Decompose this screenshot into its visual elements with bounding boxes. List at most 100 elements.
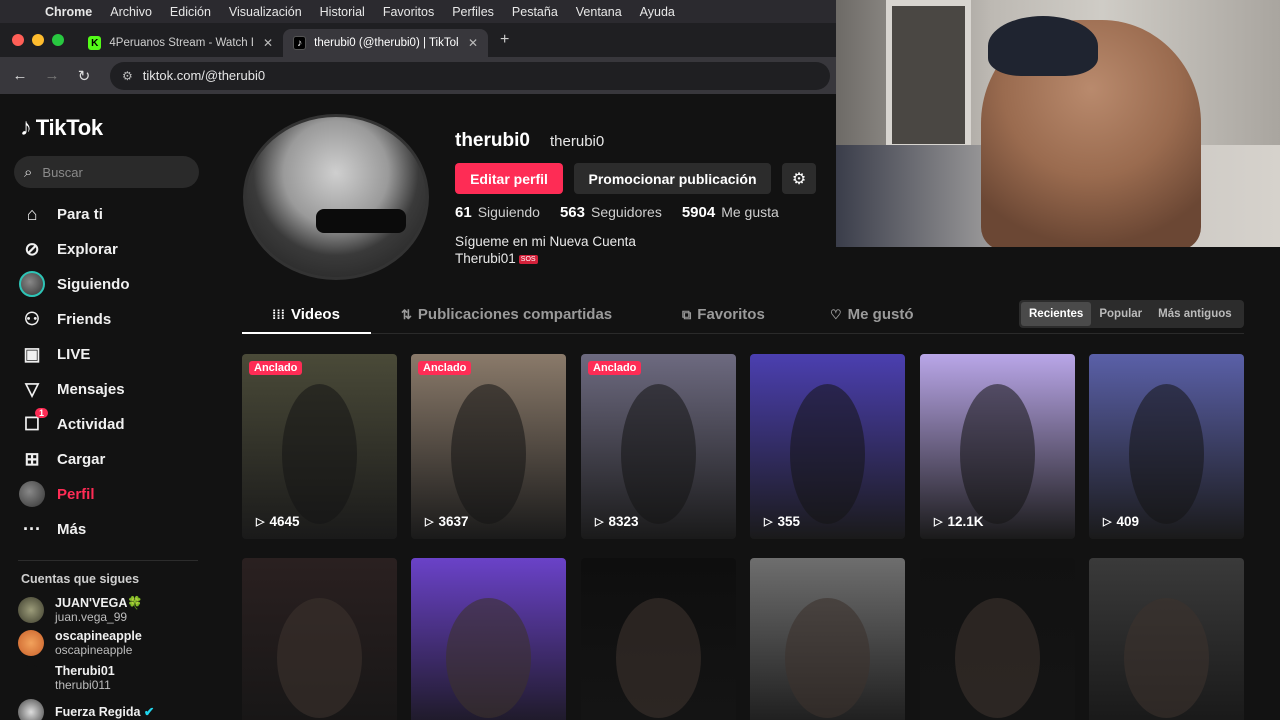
nav-siguiendo[interactable]: Siguiendo	[18, 270, 130, 298]
following-account[interactable]: Therubi01 therubi011	[18, 664, 115, 692]
menu-historial[interactable]: Historial	[311, 5, 374, 19]
stat-following[interactable]: 61 Siguiendo	[455, 204, 540, 221]
video-thumbnail[interactable]	[242, 558, 397, 720]
tab-liked[interactable]: ♡ Me gustó	[830, 306, 914, 323]
video-thumbnail[interactable]	[581, 558, 736, 720]
menu-perfiles[interactable]: Perfiles	[443, 5, 503, 19]
back-arrow-icon[interactable]: ←	[4, 67, 36, 84]
menu-pestana[interactable]: Pestaña	[503, 5, 567, 19]
menu-ayuda[interactable]: Ayuda	[631, 5, 684, 19]
menu-chrome[interactable]: Chrome	[36, 5, 101, 19]
send-icon: ▽	[25, 378, 39, 399]
sort-oldest[interactable]: Más antiguos	[1150, 302, 1239, 326]
menu-edicion[interactable]: Edición	[161, 5, 220, 19]
video-thumbnail[interactable]: Anclado ▷ 4645	[242, 354, 397, 539]
close-icon[interactable]: ✕	[263, 36, 273, 50]
following-account[interactable]: Fuerza Regida ✔	[18, 699, 154, 720]
stat-likes: 5904 Me gusta	[681, 204, 779, 221]
menu-archivo[interactable]: Archivo	[101, 5, 161, 19]
view-count: ▷ 355	[764, 514, 800, 529]
person-figure	[277, 598, 362, 718]
person-figure	[451, 384, 526, 524]
edit-profile-button[interactable]: Editar perfil	[455, 163, 563, 194]
url-text: tiktok.com/@therubi0	[142, 68, 266, 83]
tab-videos[interactable]: ⁞⁞⁞ Videos	[272, 306, 340, 323]
nav-actividad[interactable]: ☐ 1 Actividad	[18, 408, 125, 438]
person-figure	[616, 598, 701, 718]
video-thumbnail[interactable]	[920, 558, 1075, 720]
view-count-text: 8323	[608, 514, 639, 529]
nav-cargar[interactable]: ⊞ Cargar	[18, 445, 105, 473]
nav-mensajes[interactable]: ▽ Mensajes	[18, 375, 124, 403]
more-icon: ···	[23, 518, 41, 539]
account-handle: juan.vega_99	[55, 610, 128, 624]
nav-explorar[interactable]: ⊘ Explorar	[18, 235, 118, 263]
video-thumbnail[interactable]	[1089, 558, 1244, 720]
tab-favorites[interactable]: ⧉ Favoritos	[682, 306, 765, 323]
nav-label: Siguiendo	[57, 275, 130, 293]
following-account[interactable]: JUAN'VEGA🍀 juan.vega_99	[18, 596, 143, 624]
menu-favoritos[interactable]: Favoritos	[374, 5, 443, 19]
video-thumbnail[interactable]: ▷ 355	[750, 354, 905, 539]
person-figure	[621, 384, 696, 524]
close-icon[interactable]: ✕	[468, 36, 478, 50]
address-bar[interactable]: ⚙ tiktok.com/@therubi0	[110, 61, 830, 90]
nav-label: Friends	[57, 310, 112, 328]
window-zoom-button[interactable]	[52, 34, 64, 46]
video-thumbnail[interactable]: Anclado ▷ 8323	[581, 354, 736, 539]
nav-perfil[interactable]: Perfil	[18, 480, 95, 508]
profile-bio: Sígueme en mi Nueva Cuenta	[455, 234, 636, 249]
video-thumbnail[interactable]	[411, 558, 566, 720]
tab-reposts[interactable]: ⇅ Publicaciones compartidas	[401, 306, 612, 323]
window-minimize-button[interactable]	[32, 34, 44, 46]
following-accounts-title: Cuentas que sigues	[21, 572, 140, 586]
video-thumbnail[interactable]	[750, 558, 905, 720]
avatar	[18, 665, 44, 691]
profile-bio-line2: Therubi01 SOS	[455, 251, 538, 266]
profile-stats: 61 Siguiendo 563 Seguidores 5904 Me gusta	[455, 204, 799, 221]
forward-arrow-icon[interactable]: →	[36, 67, 68, 84]
video-thumbnail[interactable]: ▷ 409	[1089, 354, 1244, 539]
nav-live[interactable]: ▣ LIVE	[18, 340, 90, 368]
nav-label: Actividad	[57, 415, 125, 433]
inbox-icon: ☐ 1	[18, 408, 48, 438]
sort-recent[interactable]: Recientes	[1021, 302, 1092, 326]
site-settings-icon[interactable]: ⚙	[122, 69, 133, 83]
play-icon: ▷	[764, 516, 773, 528]
window-close-button[interactable]	[12, 34, 24, 46]
door-shape	[886, 0, 971, 150]
reload-icon[interactable]: ↻	[68, 67, 100, 85]
new-tab-plus-icon[interactable]: +	[500, 31, 509, 49]
plus-square-icon: ⊞	[24, 448, 40, 469]
promote-post-button[interactable]: Promocionar publicación	[574, 163, 771, 194]
sort-segmented-control: Recientes Popular Más antiguos	[1019, 300, 1244, 328]
nav-mas[interactable]: ··· Más	[18, 515, 86, 543]
profile-avatar[interactable]	[243, 114, 429, 280]
menu-ventana[interactable]: Ventana	[567, 5, 631, 19]
account-handle: therubi011	[55, 678, 111, 692]
profile-username: therubi0	[455, 130, 530, 151]
settings-gear-icon[interactable]: ⚙	[782, 163, 816, 194]
account-name: oscapineapple	[55, 629, 142, 643]
stat-followers[interactable]: 563 Seguidores	[560, 204, 662, 221]
tab-title: 4Peruanos Stream - Watch Li	[109, 37, 253, 49]
nav-label: Explorar	[57, 240, 118, 258]
notification-badge: 1	[34, 408, 48, 418]
browser-tab-tiktok[interactable]: ♪ therubi0 (@therubi0) | TikTok ✕	[283, 29, 488, 57]
nav-para-ti[interactable]: ⌂ Para ti	[18, 200, 103, 228]
sidebar-divider	[18, 560, 198, 561]
search-input[interactable]: ⌕ Buscar	[14, 156, 199, 188]
following-account[interactable]: oscapineapple oscapineapple	[18, 629, 142, 657]
browser-tab-kick[interactable]: K 4Peruanos Stream - Watch Li ✕	[78, 29, 283, 57]
nav-label: Perfil	[57, 485, 95, 503]
video-thumbnail[interactable]: ▷ 12.1K	[920, 354, 1075, 539]
sort-popular[interactable]: Popular	[1091, 302, 1150, 326]
active-tab-indicator	[242, 332, 371, 334]
sidebar: ♪ TikTok ⌕ Buscar ⌂ Para ti ⊘ Explorar Sig…	[0, 94, 215, 720]
nav-friends[interactable]: ⚇ Friends	[18, 305, 111, 333]
view-count: ▷ 3637	[425, 514, 469, 529]
menu-visualizacion[interactable]: Visualización	[220, 5, 311, 19]
tiktok-logo[interactable]: ♪ TikTok	[20, 114, 103, 142]
video-thumbnail[interactable]: Anclado ▷ 3637	[411, 354, 566, 539]
search-icon: ⌕	[24, 163, 33, 181]
